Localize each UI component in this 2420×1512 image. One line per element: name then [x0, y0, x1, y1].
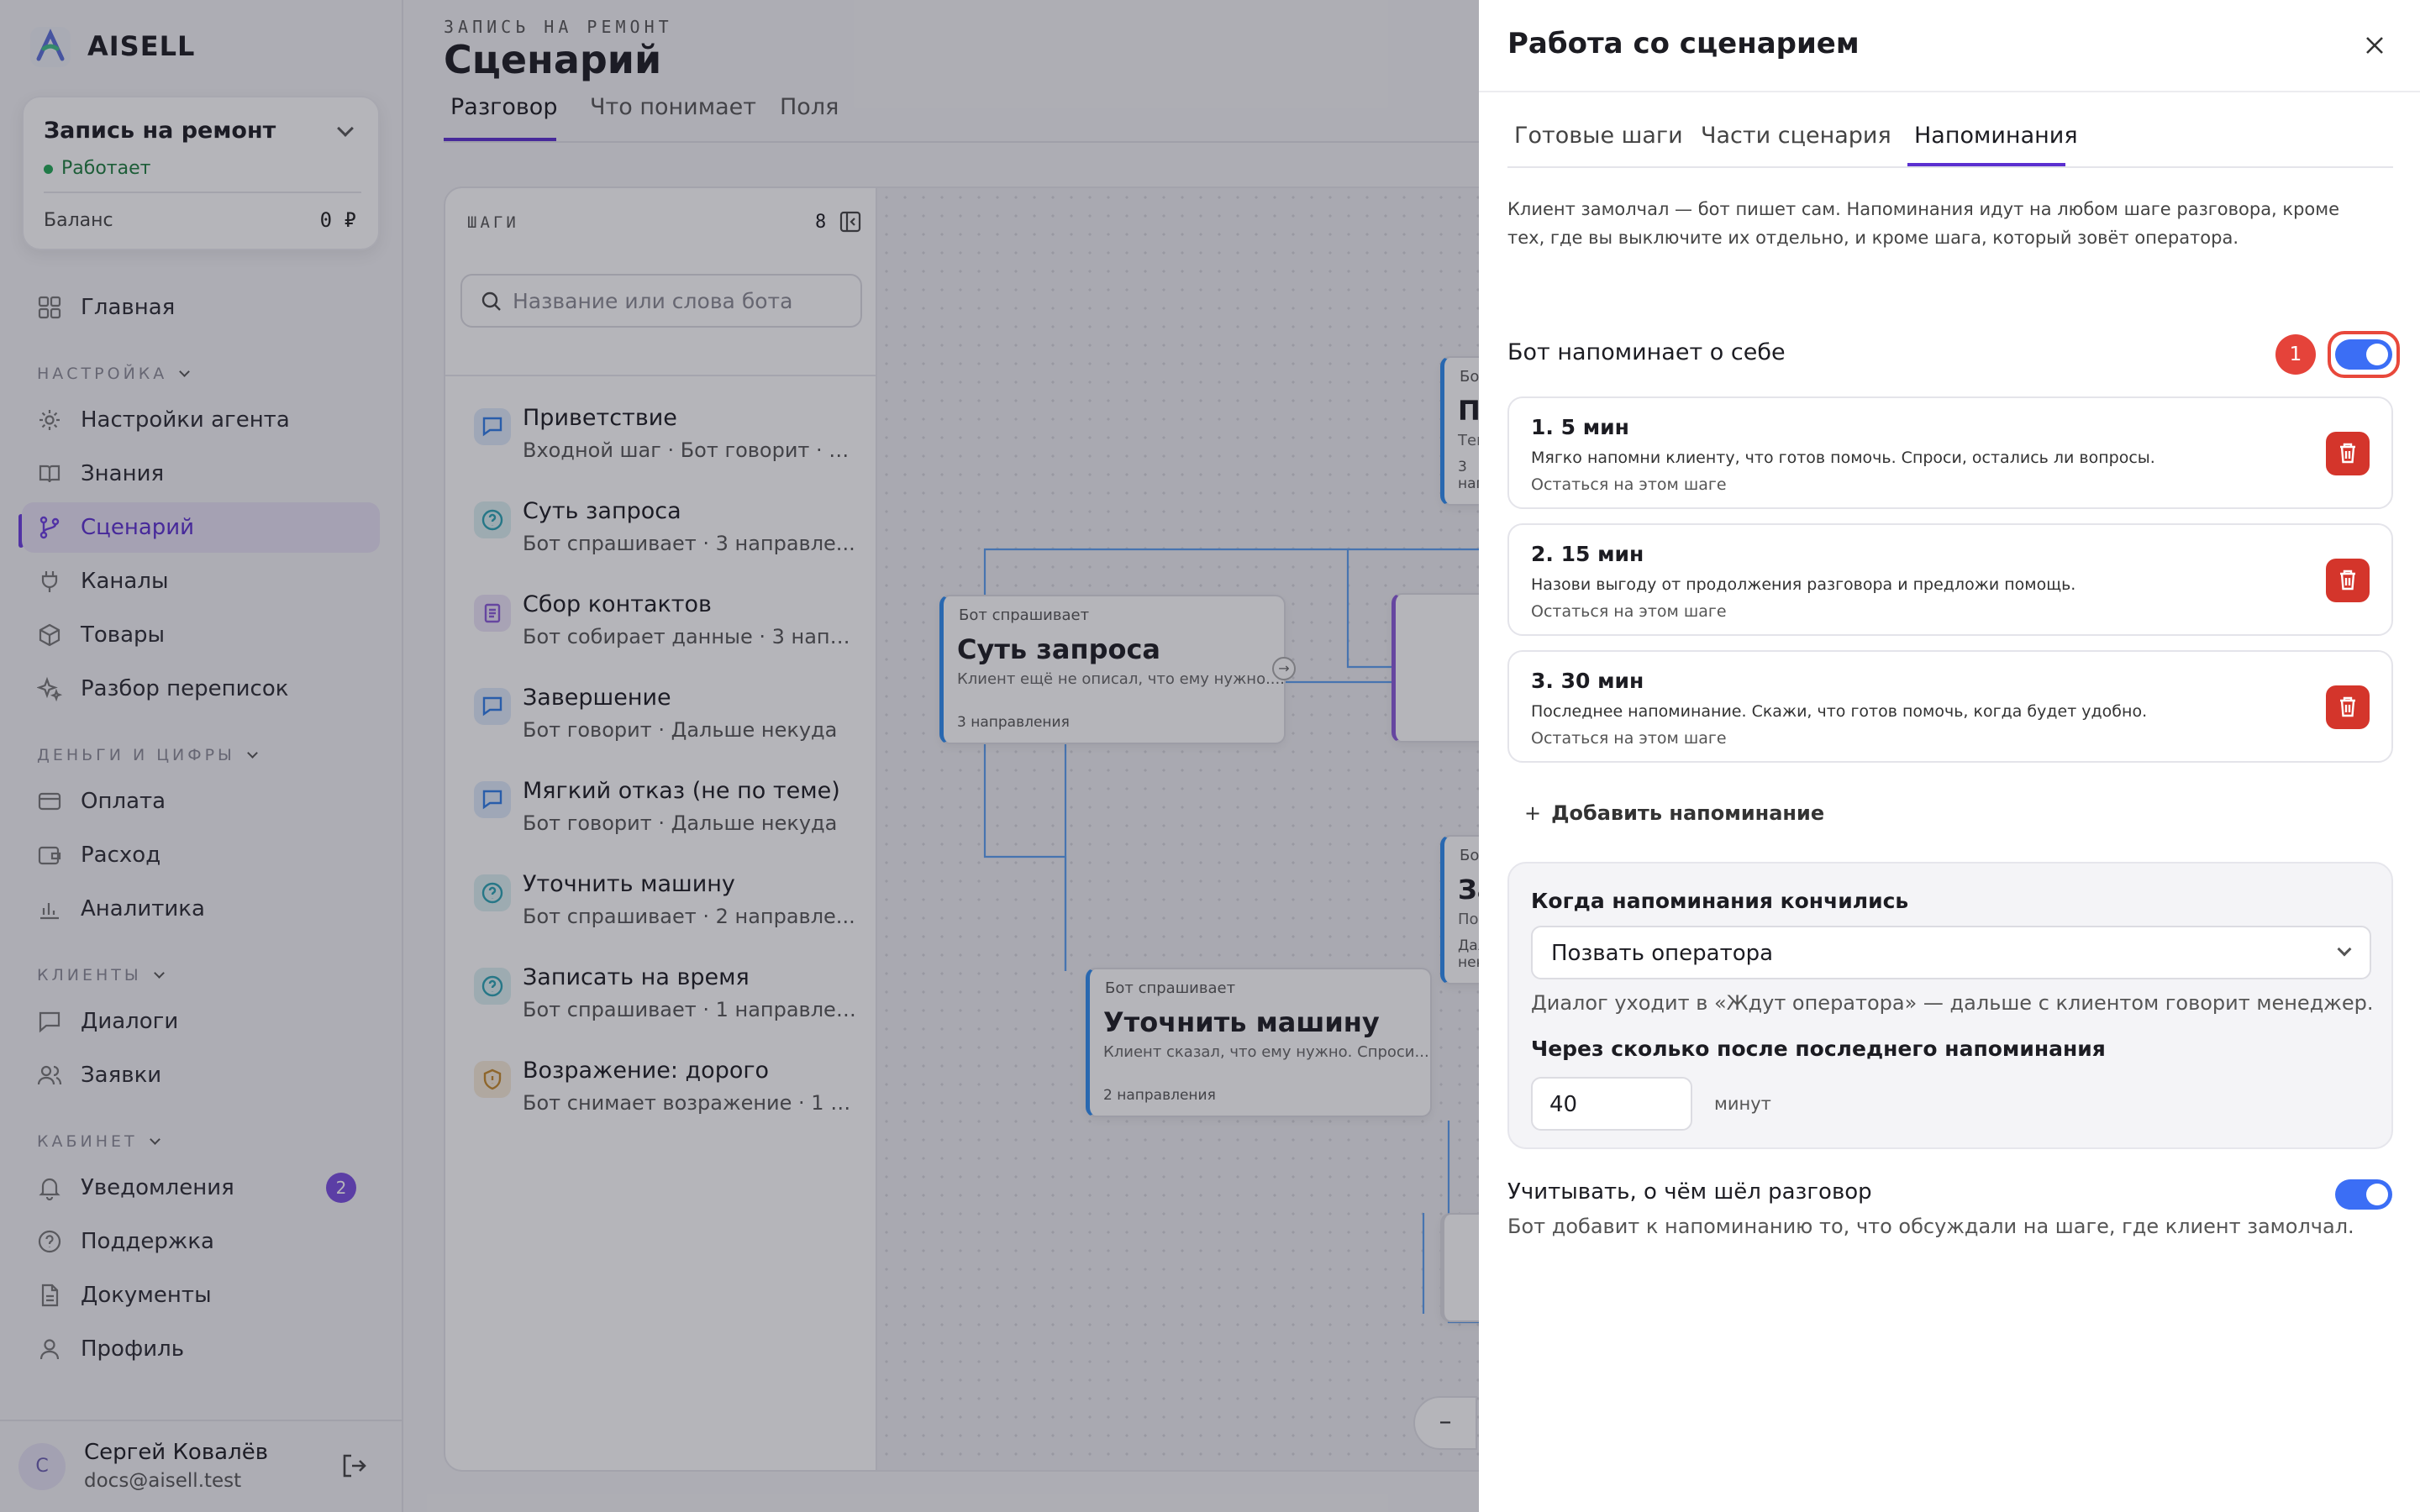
- delay-unit: минут: [1714, 1094, 1771, 1114]
- close-icon[interactable]: [2363, 34, 2386, 57]
- context-toggle-label: Учитывать, о чём шёл разговор: [1507, 1179, 1872, 1205]
- after-reminders-panel: Когда напоминания кончились Позвать опер…: [1507, 862, 2393, 1149]
- end-note: Диалог уходит в «Ждут оператора» — дальш…: [1531, 991, 2374, 1015]
- end-heading: Когда напоминания кончились: [1531, 889, 1909, 913]
- reminder-text: Мягко напомни клиенту, что готов помочь.…: [1531, 449, 2155, 467]
- delete-button[interactable]: [2326, 559, 2370, 602]
- delay-heading: Через сколько после последнего напоминан…: [1531, 1037, 2106, 1061]
- delete-button[interactable]: [2326, 685, 2370, 729]
- tabs-divider: [1507, 166, 2393, 168]
- end-action-select[interactable]: Позвать оператора: [1531, 926, 2371, 979]
- reminders-toggle[interactable]: [2335, 339, 2392, 370]
- reminder-text: Последнее напоминание. Скажи, что готов …: [1531, 702, 2148, 721]
- add-reminder-label: Добавить напоминание: [1551, 801, 1825, 825]
- trash-icon: [2340, 570, 2355, 591]
- context-toggle[interactable]: [2335, 1179, 2392, 1210]
- reminder-stay: Остаться на этом шаге: [1531, 602, 1727, 621]
- reminder-card[interactable]: 1. 5 мин Мягко напомни клиенту, что гото…: [1507, 396, 2393, 509]
- context-note: Бот добавит к напоминанию то, что обсужд…: [1507, 1215, 2354, 1238]
- reminder-text: Назови выгоду от продолжения разговора и…: [1531, 575, 2076, 594]
- delay-input[interactable]: 40: [1531, 1077, 1692, 1131]
- scenario-drawer: Работа со сценарием Готовые шаги Части с…: [1479, 0, 2420, 1512]
- reminder-stay: Остаться на этом шаге: [1531, 475, 1727, 494]
- step-marker: 1: [2275, 334, 2316, 375]
- add-reminder-button[interactable]: + Добавить напоминание: [1524, 801, 1824, 825]
- reminder-stay: Остаться на этом шаге: [1531, 729, 1727, 748]
- reminder-title: 1. 5 мин: [1531, 415, 1629, 439]
- delete-button[interactable]: [2326, 432, 2370, 475]
- reminders-toggle-label: Бот напоминает о себе: [1507, 339, 1786, 365]
- tab-reminders[interactable]: Напоминания: [1914, 123, 2078, 149]
- modal-backdrop[interactable]: [0, 0, 1479, 1512]
- reminders-description: Клиент замолчал — бот пишет сам. Напомин…: [1507, 199, 2340, 248]
- trash-icon: [2340, 696, 2355, 717]
- tab-scenario-parts[interactable]: Части сценария: [1701, 123, 1891, 149]
- reminder-title: 2. 15 мин: [1531, 542, 1644, 566]
- reminder-title: 3. 30 мин: [1531, 669, 1644, 693]
- chevron-down-icon: [2337, 942, 2352, 957]
- trash-icon: [2340, 443, 2355, 464]
- tab-ready-steps[interactable]: Готовые шаги: [1514, 123, 1683, 149]
- drawer-title: Работа со сценарием: [1507, 27, 1860, 60]
- plus-icon: +: [1524, 801, 1542, 825]
- reminder-card[interactable]: 2. 15 мин Назови выгоду от продолжения р…: [1507, 523, 2393, 636]
- divider: [1479, 91, 2420, 92]
- end-action-value: Позвать оператора: [1551, 941, 1774, 966]
- reminder-card[interactable]: 3. 30 мин Последнее напоминание. Скажи, …: [1507, 650, 2393, 763]
- active-tab-indicator: [1907, 163, 2065, 166]
